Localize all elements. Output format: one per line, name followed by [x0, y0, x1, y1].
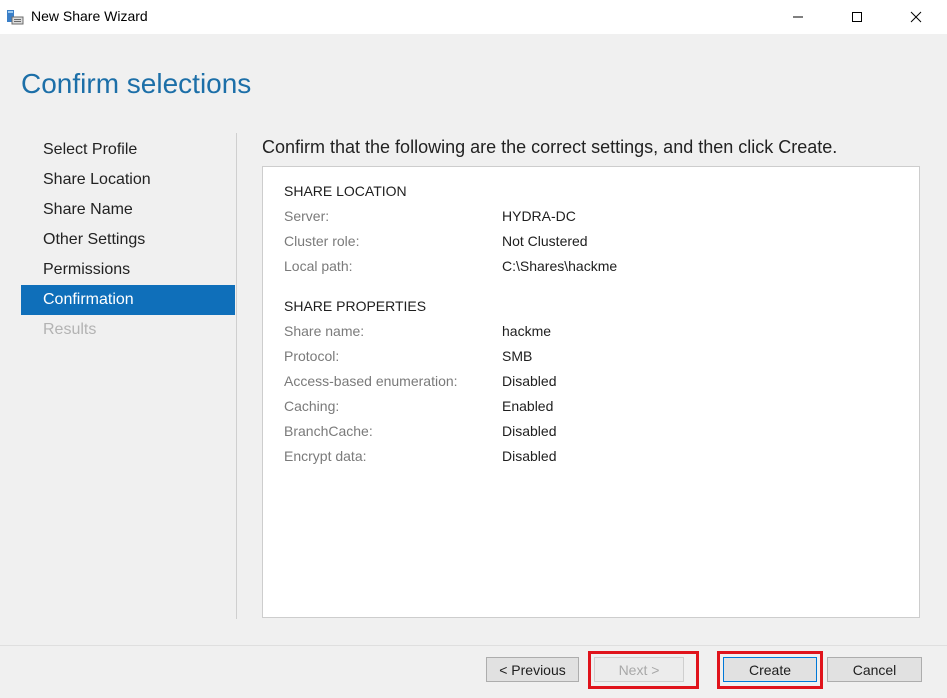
summary-row-share-name: Share name: hackme	[284, 323, 884, 343]
nav-step-results: Results	[43, 321, 97, 338]
row-value: Enabled	[502, 398, 554, 414]
row-key: Cluster role:	[284, 233, 360, 249]
share-location-heading: SHARE LOCATION	[284, 183, 407, 199]
window-title: New Share Wizard	[31, 8, 148, 24]
next-button: Next >	[594, 657, 684, 682]
nav-step-select-profile[interactable]: Select Profile	[21, 135, 235, 165]
row-key: Protocol:	[284, 348, 340, 364]
instruction-text: Confirm that the following are the corre…	[262, 137, 838, 157]
summary-row-server: Server: HYDRA-DC	[284, 208, 884, 228]
maximize-icon	[852, 12, 862, 22]
nav-divider	[236, 133, 237, 619]
share-wizard-icon	[7, 10, 24, 25]
row-value: C:\Shares\hackme	[502, 258, 618, 274]
minimize-icon	[793, 16, 803, 18]
row-key: BranchCache:	[284, 423, 373, 439]
row-key: Caching:	[284, 398, 340, 414]
nav-step-share-location[interactable]: Share Location	[21, 165, 235, 195]
row-value: Disabled	[502, 373, 557, 389]
summary-row-encrypt-data: Encrypt data: Disabled	[284, 448, 884, 468]
summary-row-caching: Caching: Enabled	[284, 398, 884, 418]
row-key: Access-based enumeration:	[284, 373, 458, 389]
summary-row-cluster-role: Cluster role: Not Clustered	[284, 233, 884, 253]
summary-row-branchcache: BranchCache: Disabled	[284, 423, 884, 443]
cancel-button[interactable]: Cancel	[827, 657, 922, 682]
summary-row-protocol: Protocol: SMB	[284, 348, 884, 368]
minimize-button[interactable]	[775, 0, 821, 34]
row-key: Share name:	[284, 323, 365, 339]
confirmation-summary-panel: SHARE LOCATION Server: HYDRA-DC Cluster …	[262, 166, 920, 618]
summary-row-local-path: Local path: C:\Shares\hackme	[284, 258, 884, 278]
row-value: Disabled	[502, 423, 557, 439]
close-button[interactable]	[893, 0, 939, 34]
page-title: Confirm selections	[21, 68, 252, 99]
row-value: SMB	[502, 348, 533, 364]
row-value: Not Clustered	[502, 233, 588, 249]
row-value: hackme	[502, 323, 552, 339]
nav-step-share-name[interactable]: Share Name	[21, 195, 235, 225]
row-value: HYDRA-DC	[502, 208, 576, 224]
maximize-button[interactable]	[834, 0, 880, 34]
nav-step-other-settings[interactable]: Other Settings	[21, 225, 235, 255]
nav-step-confirmation[interactable]: Confirmation	[21, 285, 235, 315]
row-key: Local path:	[284, 258, 353, 274]
wizard-steps-nav: Select Profile Share Location Share Name…	[21, 135, 235, 345]
previous-button[interactable]: < Previous	[486, 657, 579, 682]
row-key: Server:	[284, 208, 330, 224]
create-button[interactable]: Create	[723, 657, 817, 682]
nav-step-permissions[interactable]: Permissions	[21, 255, 235, 285]
summary-row-access-based-enumeration: Access-based enumeration: Disabled	[284, 373, 884, 393]
close-icon	[910, 11, 922, 23]
row-value: Disabled	[502, 448, 557, 464]
share-properties-heading: SHARE PROPERTIES	[284, 298, 427, 314]
title-bar: New Share Wizard	[0, 0, 947, 34]
row-key: Encrypt data:	[284, 448, 367, 464]
